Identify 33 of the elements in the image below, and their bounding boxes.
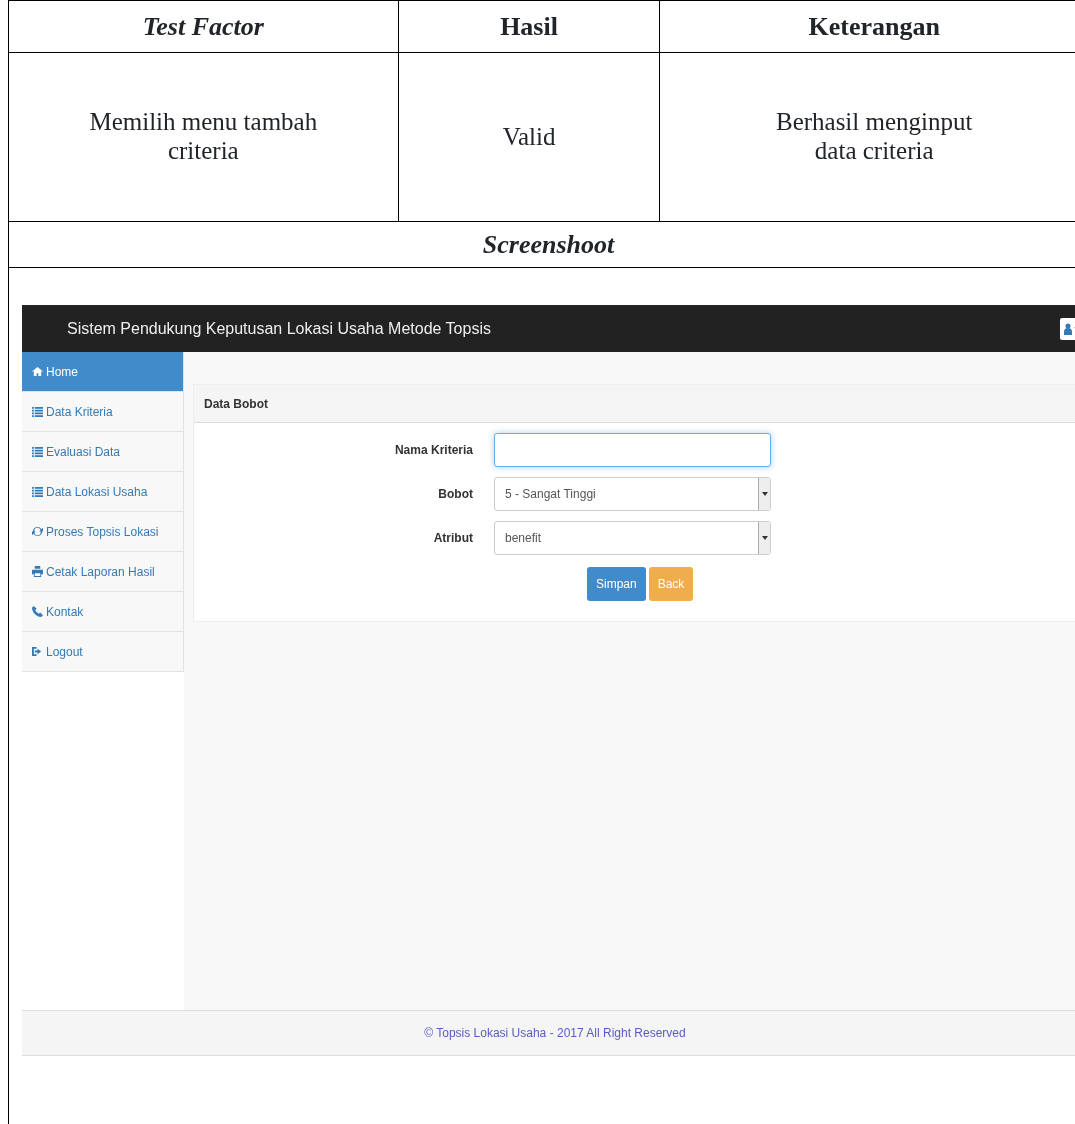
sidebar-item[interactable]: Home bbox=[22, 352, 184, 392]
input-field[interactable] bbox=[494, 433, 771, 467]
table-cell: Valid bbox=[502, 122, 556, 152]
sidebar-item[interactable]: Logout bbox=[22, 632, 184, 672]
section-title: Screenshoot bbox=[482, 229, 615, 261]
column-header: Keterangan bbox=[660, 0, 1075, 52]
column-header: Test Factor bbox=[9, 0, 399, 52]
sidebar-item[interactable]: Kontak bbox=[22, 592, 184, 632]
table-cell-text: Memilih menu tambah criteria bbox=[88, 108, 319, 166]
field-label: Bobot bbox=[437, 486, 474, 503]
refresh-icon bbox=[32, 526, 43, 537]
field-label: Atribut bbox=[432, 530, 474, 547]
column-header: Hasil bbox=[398, 0, 661, 52]
field-label: Nama Kriteria bbox=[393, 442, 474, 459]
sidebar-item[interactable]: Cetak Laporan Hasil bbox=[22, 552, 184, 592]
app-title: Sistem Pendukung Keputusan Lokasi Usaha Metode Topsis bbox=[67, 318, 491, 339]
sidebar-item[interactable]: Proses Topsis Lokasi bbox=[22, 512, 184, 552]
list-icon bbox=[32, 406, 43, 417]
footer-text: © Topsis Lokasi Usaha - 2017 All Right Reserved bbox=[424, 1025, 686, 1042]
list-icon bbox=[32, 446, 43, 457]
sidebar-item[interactable]: Data Kriteria bbox=[22, 392, 184, 432]
sidebar-item[interactable]: Data Lokasi Usaha bbox=[22, 472, 184, 512]
list-icon bbox=[32, 486, 43, 497]
printer-icon bbox=[32, 566, 43, 577]
home-icon bbox=[32, 366, 43, 377]
logout-icon bbox=[32, 646, 43, 657]
save-button[interactable]: Simpan bbox=[587, 567, 646, 601]
phone-icon bbox=[32, 606, 43, 617]
panel-title: Data Bobot bbox=[204, 395, 268, 413]
select-field[interactable]: 5 - Sangat Tinggi bbox=[494, 477, 771, 511]
select-field[interactable]: benefit bbox=[494, 521, 771, 555]
table-cell-text: Berhasil menginput data criteria bbox=[774, 108, 974, 166]
sidebar-item[interactable]: Evaluasi Data bbox=[22, 432, 184, 472]
